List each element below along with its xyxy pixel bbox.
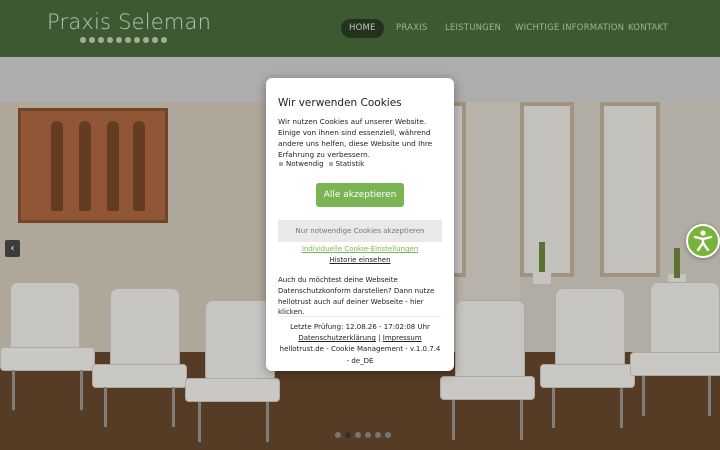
checkbox-icon xyxy=(279,162,283,166)
slider-prev-button[interactable]: ‹ xyxy=(5,240,20,257)
privacy-policy-link[interactable]: Datenschutzerklärung xyxy=(298,334,376,342)
accessibility-button[interactable] xyxy=(686,224,720,258)
version-text: hellotrust.de - Cookie Management - v.1.… xyxy=(279,345,441,365)
cookie-categories: Notwendig Statistik xyxy=(279,160,364,168)
cookie-dialog-text: Wir nutzen Cookies auf unserer Website. … xyxy=(278,117,433,159)
last-check-text: Letzte Prüfung: 12.08.26 - 17:02:08 Uhr xyxy=(290,323,430,331)
hellotrust-promo-text[interactable]: Auch du möchtest deine Webseite Datensch… xyxy=(278,275,442,318)
accept-all-button[interactable]: Alle akzeptieren xyxy=(316,183,404,207)
divider xyxy=(278,316,442,317)
history-link[interactable]: Historie einsehen xyxy=(266,256,454,264)
cookie-dialog-title: Wir verwenden Cookies xyxy=(278,97,402,109)
checkbox-icon xyxy=(328,162,333,166)
imprint-link[interactable]: Impressum xyxy=(383,334,422,342)
cookie-option-statistics[interactable]: Statistik xyxy=(328,160,364,168)
cookie-option-necessary[interactable]: Notwendig xyxy=(279,160,324,168)
link-separator: | xyxy=(378,334,381,343)
accept-necessary-button[interactable]: Nur notwendige Cookies akzeptieren xyxy=(278,220,442,242)
individual-settings-link[interactable]: Individuelle Cookie-Einstellungen xyxy=(266,245,454,253)
cookie-dialog-footer: Letzte Prüfung: 12.08.26 - 17:02:08 Uhr … xyxy=(278,322,442,367)
cookie-consent-dialog: Wir verwenden Cookies Wir nutzen Cookies… xyxy=(266,78,454,371)
accessibility-icon xyxy=(693,230,713,252)
